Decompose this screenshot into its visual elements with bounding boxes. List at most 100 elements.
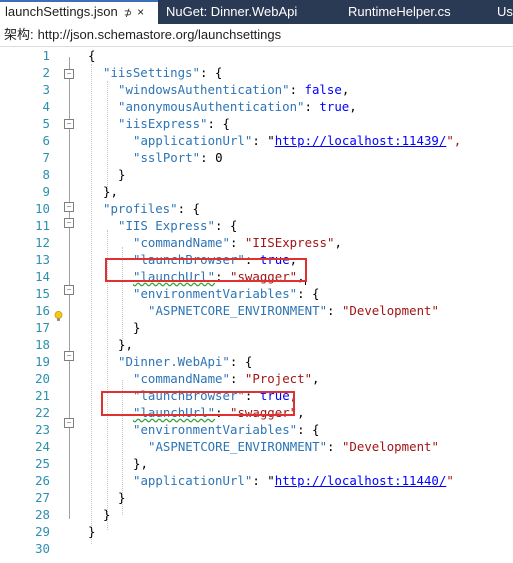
code-token: , bbox=[297, 405, 305, 420]
code-line: 26 "applicationUrl": "http://localhost:11… bbox=[0, 472, 513, 489]
schema-bar: 架构: http://json.schemastore.org/launchset… bbox=[0, 24, 513, 47]
line-number: 3 bbox=[42, 82, 50, 97]
code-line: 28} bbox=[0, 506, 513, 523]
code-token: : bbox=[304, 99, 320, 114]
code-token: : bbox=[200, 150, 216, 165]
code-token: { bbox=[88, 48, 96, 63]
code-line: 11 "IIS Express": { bbox=[0, 217, 513, 234]
line-number: 22 bbox=[35, 405, 50, 420]
code-token: : { bbox=[297, 422, 320, 437]
line-number: 2 bbox=[42, 65, 50, 80]
code-token: }, bbox=[103, 184, 118, 199]
code-line: 1{ bbox=[0, 47, 513, 64]
pin-icon[interactable]: ⊅ bbox=[124, 8, 132, 19]
line-number: 23 bbox=[35, 422, 50, 437]
code-token: "IISExpress" bbox=[244, 235, 335, 250]
line-number: 12 bbox=[35, 235, 50, 250]
schema-url-input[interactable]: http://json.schemastore.org/launchsettin… bbox=[38, 27, 282, 42]
code-token: : { bbox=[214, 218, 238, 233]
code-token: }, bbox=[133, 456, 148, 471]
code-token: "Project" bbox=[244, 371, 313, 386]
code-token: "sslPort" bbox=[133, 150, 201, 165]
code-token: "iisExpress" bbox=[118, 116, 208, 131]
code-line: 16 "ASPNETCORE_ENVIRONMENT": "Development… bbox=[0, 302, 513, 319]
code-token: : bbox=[289, 82, 305, 97]
code-token: "environmentVariables" bbox=[133, 286, 298, 301]
code-token: } bbox=[118, 167, 126, 182]
line-number: 13 bbox=[35, 252, 50, 267]
code-token: , bbox=[334, 235, 342, 250]
code-line: 30 bbox=[0, 540, 513, 557]
tab-runtimehelper-cs[interactable]: RuntimeHelper.cs bbox=[348, 0, 451, 24]
line-number: 7 bbox=[42, 150, 50, 165]
code-line: 5 "iisExpress": { bbox=[0, 115, 513, 132]
line-number: 9 bbox=[42, 184, 50, 199]
code-token: "environmentVariables" bbox=[133, 422, 298, 437]
line-number: 4 bbox=[42, 99, 50, 114]
code-token: "profiles" bbox=[103, 201, 178, 216]
code-token: "applicationUrl" bbox=[133, 473, 253, 488]
code-line: 24 "ASPNETCORE_ENVIRONMENT": "Development… bbox=[0, 438, 513, 455]
code-line: 3 "windowsAuthentication": false, bbox=[0, 81, 513, 98]
line-number: 14 bbox=[35, 269, 50, 284]
tab-launchsettings-json[interactable]: launchSettings.json ⊅ × bbox=[0, 0, 158, 24]
code-editor[interactable]: − − − − − − − 1{ 2 "iisSettings": { 3 "win… bbox=[0, 47, 513, 563]
code-token: : { bbox=[229, 354, 253, 369]
code-line: 25}, bbox=[0, 455, 513, 472]
document-tab-bar: launchSettings.json ⊅ × NuGet: Dinner.WebA… bbox=[0, 0, 513, 24]
schema-label: 架构: bbox=[4, 27, 34, 42]
line-number: 25 bbox=[35, 456, 50, 471]
code-line: 19 "Dinner.WebApi": { bbox=[0, 353, 513, 370]
line-number: 8 bbox=[42, 167, 50, 182]
line-number: 5 bbox=[42, 116, 50, 131]
code-token: "Development" bbox=[341, 303, 439, 318]
application-url-link[interactable]: http://localhost:11440/ bbox=[275, 473, 447, 488]
line-number: 6 bbox=[42, 133, 50, 148]
line-number: 20 bbox=[35, 371, 50, 386]
tab-label: Us bbox=[497, 4, 513, 19]
line-number: 17 bbox=[35, 320, 50, 335]
tab-us[interactable]: Us bbox=[497, 0, 513, 24]
application-url-link[interactable]: http://localhost:11439/ bbox=[275, 133, 447, 148]
line-number: 26 bbox=[35, 473, 50, 488]
code-token: : bbox=[327, 439, 342, 454]
code-token: "Dinner.WebApi" bbox=[118, 354, 230, 369]
code-token: } bbox=[118, 490, 126, 505]
line-number: 28 bbox=[35, 507, 50, 522]
code-token: "anonymousAuthentication" bbox=[118, 99, 305, 114]
line-number: 27 bbox=[35, 490, 50, 505]
code-token: "iisSettings" bbox=[103, 65, 200, 80]
code-line: 29} bbox=[0, 523, 513, 540]
line-number: 15 bbox=[35, 286, 50, 301]
line-number: 29 bbox=[35, 524, 50, 539]
code-token: ", bbox=[446, 133, 462, 148]
code-line: 9}, bbox=[0, 183, 513, 200]
code-token: true bbox=[319, 99, 350, 114]
tab-label: RuntimeHelper.cs bbox=[348, 4, 451, 19]
code-line: 23 "environmentVariables": { bbox=[0, 421, 513, 438]
code-line: 17} bbox=[0, 319, 513, 336]
tab-nuget-dinner-webapi[interactable]: NuGet: Dinner.WebApi bbox=[166, 0, 297, 24]
code-token: "windowsAuthentication" bbox=[118, 82, 290, 97]
code-token: : { bbox=[297, 286, 320, 301]
line-number: 19 bbox=[35, 354, 50, 369]
code-line: 8} bbox=[0, 166, 513, 183]
code-token: : { bbox=[177, 201, 200, 216]
line-number: 11 bbox=[35, 218, 50, 233]
code-token: : bbox=[229, 371, 245, 386]
code-token: "ASPNETCORE_ENVIRONMENT" bbox=[148, 439, 328, 454]
close-icon[interactable]: × bbox=[137, 5, 144, 19]
code-token: , bbox=[341, 82, 350, 97]
code-line: 20 "commandName": "Project", bbox=[0, 370, 513, 387]
code-line: 6 "applicationUrl": "http://localhost:114… bbox=[0, 132, 513, 149]
code-token: } bbox=[133, 320, 141, 335]
code-line: 2 "iisSettings": { bbox=[0, 64, 513, 81]
code-token: : bbox=[229, 235, 245, 250]
code-token: } bbox=[103, 507, 111, 522]
code-token: "applicationUrl" bbox=[133, 133, 253, 148]
line-number: 21 bbox=[35, 388, 50, 403]
code-token: "ASPNETCORE_ENVIRONMENT" bbox=[148, 303, 328, 318]
line-number: 30 bbox=[35, 541, 50, 556]
code-line: 18}, bbox=[0, 336, 513, 353]
code-token: "Development" bbox=[341, 439, 439, 454]
